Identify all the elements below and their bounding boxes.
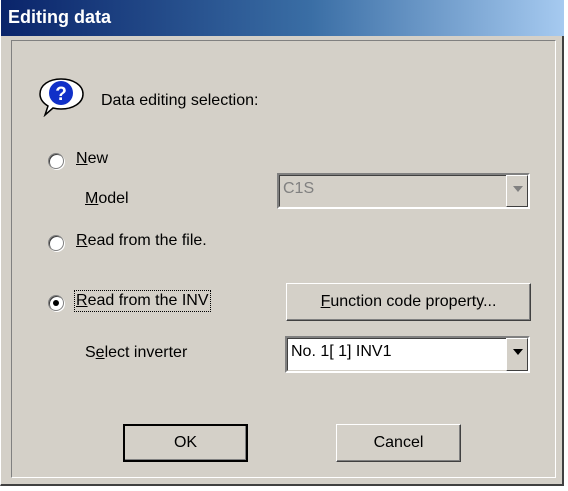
prompt-label: Data editing selection:	[101, 92, 259, 109]
model-dropdown-arrow[interactable]	[506, 175, 528, 207]
model-select-value: C1S	[283, 180, 315, 197]
inverter-dropdown-arrow[interactable]	[506, 338, 528, 371]
model-select[interactable]: C1S	[277, 173, 530, 209]
radio-selected-dot	[53, 300, 59, 306]
model-label: Model	[85, 190, 129, 207]
read-file-radio[interactable]	[48, 235, 64, 251]
ok-button[interactable]: OK	[123, 424, 248, 462]
chevron-down-icon	[513, 349, 523, 355]
title-bar[interactable]: Editing data	[1, 0, 564, 36]
svg-text:?: ?	[55, 84, 67, 105]
new-radio[interactable]	[48, 153, 64, 169]
cancel-button[interactable]: Cancel	[336, 424, 461, 462]
read-file-radio-label[interactable]: Read from the file.	[76, 232, 207, 250]
editing-data-dialog: Editing data ? Data editing selection: N…	[0, 0, 564, 486]
function-code-property-button[interactable]: Function code property...	[286, 283, 531, 321]
new-radio-label[interactable]: New	[76, 150, 108, 168]
select-inverter-label: Select inverter	[85, 344, 188, 361]
chevron-down-icon	[513, 186, 523, 192]
read-inv-radio[interactable]	[48, 295, 64, 311]
question-icon: ?	[39, 78, 84, 117]
read-inv-radio-label[interactable]: Read from the INV	[74, 290, 211, 312]
inverter-select-value: No. 1[ 1] INV1	[291, 343, 392, 360]
options-panel	[11, 40, 556, 478]
inverter-select[interactable]: No. 1[ 1] INV1	[285, 336, 530, 373]
window-title: Editing data	[8, 7, 111, 27]
